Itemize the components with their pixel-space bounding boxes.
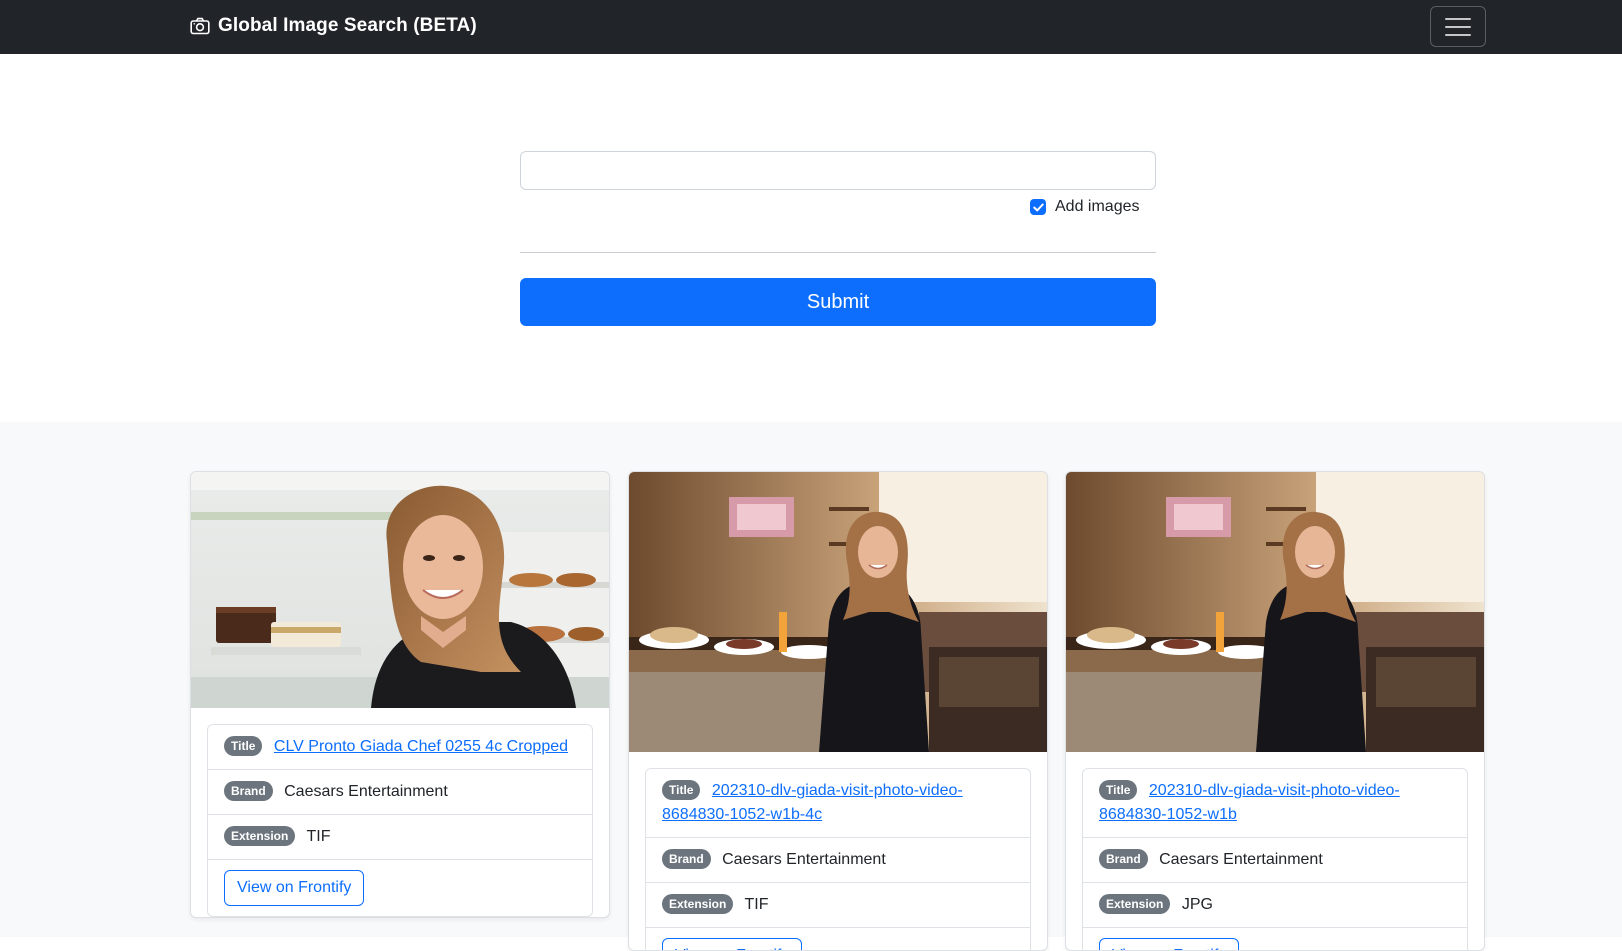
navbar-toggler-button[interactable] [1430,6,1486,47]
search-input[interactable] [520,151,1156,190]
extension-badge: Extension [662,894,734,914]
checkmark-icon [1032,203,1044,211]
view-on-frontify-button[interactable]: View on Frontify [662,938,803,950]
result-image[interactable] [191,472,609,708]
extension-badge: Extension [224,826,296,846]
result-action-row: View on Frontify [646,928,1030,950]
result-title-link[interactable]: CLV Pronto Giada Chef 0255 4c Cropped [274,738,568,755]
title-badge: Title [1099,780,1138,800]
result-image[interactable] [1066,472,1484,752]
camera-icon [190,17,210,35]
result-title-link[interactable]: 202310-dlv-giada-visit-photo-video-86848… [1099,782,1400,823]
result-action-row: View on Frontify [1083,928,1467,950]
result-extension-row: Extension JPG [1083,883,1467,928]
navbar-brand[interactable]: Global Image Search (BETA) [190,15,477,37]
result-card: Title 202310-dlv-giada-visit-photo-video… [1065,471,1485,951]
results-section: Title CLV Pronto Giada Chef 0255 4c Crop… [0,422,1622,951]
extension-badge: Extension [1099,894,1171,914]
result-extension-row: Extension TIF [208,815,592,860]
result-title-row: Title 202310-dlv-giada-visit-photo-video… [1083,769,1467,838]
result-details: Title 202310-dlv-giada-visit-photo-video… [645,768,1031,950]
title-badge: Title [224,736,263,756]
result-brand-row: Brand Caesars Entertainment [1083,838,1467,883]
add-images-checkbox[interactable] [1030,199,1046,215]
view-on-frontify-button[interactable]: View on Frontify [1099,938,1240,950]
result-title-row: Title 202310-dlv-giada-visit-photo-video… [646,769,1030,838]
result-details: Title CLV Pronto Giada Chef 0255 4c Crop… [207,724,593,917]
navbar-title: Global Image Search (BETA) [218,15,477,36]
result-brand-row: Brand Caesars Entertainment [646,838,1030,883]
result-brand: Caesars Entertainment [1159,851,1323,868]
result-extension-row: Extension TIF [646,883,1030,928]
view-on-frontify-button[interactable]: View on Frontify [224,870,365,906]
result-extension: TIF [306,828,331,845]
result-details: Title 202310-dlv-giada-visit-photo-video… [1082,768,1468,950]
brand-badge: Brand [1099,849,1148,869]
hamburger-menu-icon [1445,17,1471,36]
form-divider [520,252,1156,253]
result-brand: Caesars Entertainment [722,851,886,868]
result-card: Title CLV Pronto Giada Chef 0255 4c Crop… [190,471,610,918]
result-title-row: Title CLV Pronto Giada Chef 0255 4c Crop… [208,725,592,770]
brand-badge: Brand [662,849,711,869]
result-brand: Caesars Entertainment [284,783,448,800]
result-extension: TIF [744,896,769,913]
brand-badge: Brand [224,781,273,801]
result-brand-row: Brand Caesars Entertainment [208,770,592,815]
result-extension: JPG [1181,896,1213,913]
add-images-label[interactable]: Add images [1055,198,1140,216]
navbar: Global Image Search (BETA) [0,0,1622,54]
result-card: Title 202310-dlv-giada-visit-photo-video… [628,471,1048,951]
result-action-row: View on Frontify [208,860,592,916]
title-badge: Title [662,780,701,800]
add-images-option[interactable]: Add images [1030,198,1140,216]
result-image[interactable] [629,472,1047,752]
result-title-link[interactable]: 202310-dlv-giada-visit-photo-video-86848… [662,782,963,823]
submit-button[interactable]: Submit [520,278,1156,326]
